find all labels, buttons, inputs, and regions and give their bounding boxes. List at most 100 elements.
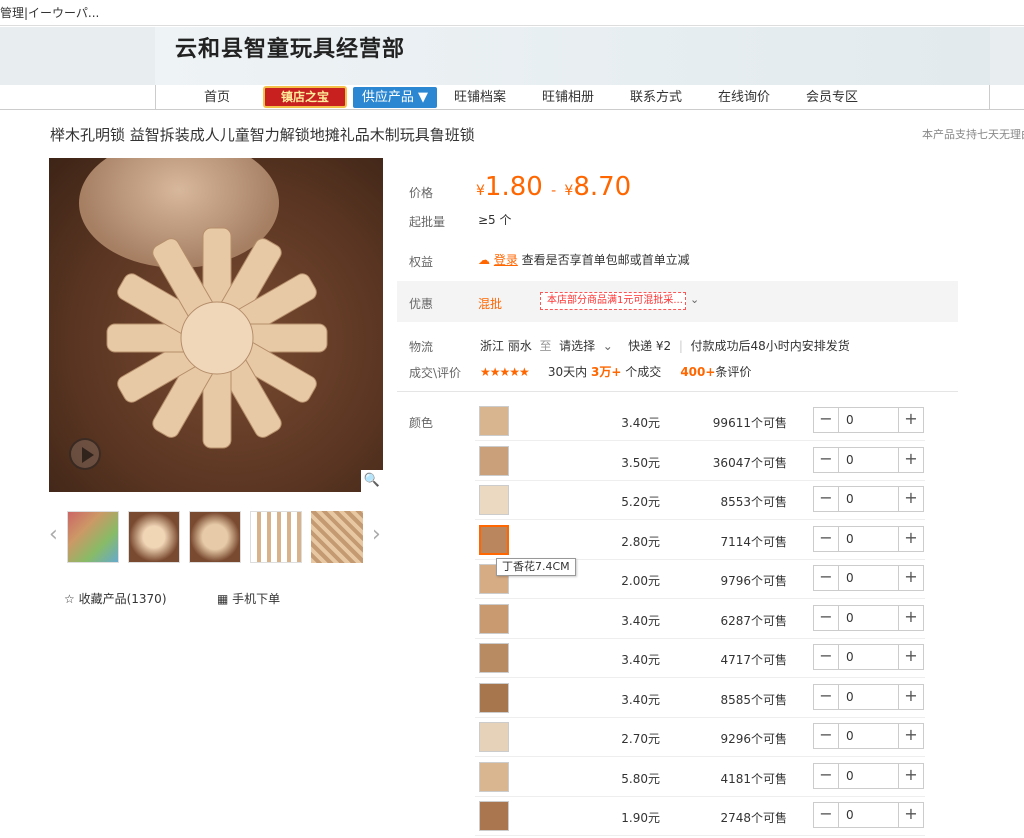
thumbnail-5[interactable] <box>311 511 363 563</box>
sku-thumbnail[interactable] <box>479 761 509 792</box>
sku-stock: 9296个可售 <box>695 730 787 747</box>
plus-icon[interactable]: + <box>899 526 923 551</box>
sku-thumbnail[interactable] <box>479 801 509 831</box>
minus-icon[interactable]: − <box>814 684 838 709</box>
sku-price: 1.90元 <box>621 811 660 825</box>
main-product-image[interactable]: 🔍 <box>49 158 383 492</box>
zoom-icon[interactable]: 🔍 <box>361 470 383 492</box>
sku-price: 5.80元 <box>621 771 660 786</box>
quantity-input[interactable]: 0 <box>838 763 899 788</box>
plus-icon[interactable]: + <box>899 724 923 748</box>
quantity-stepper: −0 + <box>813 565 924 591</box>
promo-tag[interactable]: 本店部分商品满1元可混批采... <box>540 292 686 310</box>
thumbs-prev-button[interactable]: ‹ <box>49 522 58 547</box>
plus-icon[interactable]: + <box>899 566 923 590</box>
minus-icon[interactable]: − <box>814 645 838 669</box>
minus-icon[interactable]: − <box>814 763 838 788</box>
minus-icon[interactable]: − <box>814 408 838 432</box>
thumbnail-2[interactable] <box>128 511 180 563</box>
sku-stock-count: 4717 <box>720 653 751 667</box>
plus-icon[interactable]: + <box>899 605 923 630</box>
star-outline-icon: ☆ <box>64 592 75 606</box>
quantity-input[interactable]: 0 <box>838 487 899 511</box>
nav-album[interactable]: 旺铺相册 <box>542 85 594 110</box>
divider <box>397 391 958 392</box>
sku-stock-unit: 个可售 <box>750 653 787 667</box>
plus-icon[interactable]: + <box>899 803 923 827</box>
minus-icon[interactable]: − <box>814 566 838 590</box>
banner-inner: 云和县智童玩具经营部 <box>155 27 990 85</box>
quantity-input[interactable]: 0 <box>838 803 899 827</box>
nav-inner: 首页 镇店之宝 供应产品 ▼ 旺铺档案 旺铺相册 联系方式 在线询价 会员专区 <box>155 85 990 110</box>
mobile-order-button[interactable]: ▦ 手机下单 <box>217 590 280 607</box>
destination-select[interactable]: 请选择 <box>559 339 595 353</box>
minus-icon[interactable]: − <box>814 605 838 630</box>
minus-icon[interactable]: − <box>814 724 838 748</box>
quantity-stepper: −0 + <box>813 407 924 433</box>
sku-thumbnail[interactable] <box>479 682 509 713</box>
sku-tooltip: 丁香花7.4CM <box>496 558 576 576</box>
plus-icon[interactable]: + <box>899 763 923 788</box>
reviews-count[interactable]: 400+ <box>680 365 715 379</box>
quantity-input[interactable]: 0 <box>838 684 899 709</box>
nav-contact[interactable]: 联系方式 <box>630 85 682 110</box>
minus-icon[interactable]: − <box>814 487 838 511</box>
quantity-input[interactable]: 0 <box>838 566 899 590</box>
sku-stock-unit: 个可售 <box>750 811 787 825</box>
sku-thumbnail[interactable] <box>479 445 509 476</box>
sku-stock-count: 8585 <box>720 692 751 707</box>
thumbnail-4[interactable] <box>250 511 302 563</box>
quantity-input[interactable]: 0 <box>838 526 899 551</box>
sku-thumbnail[interactable] <box>479 524 509 555</box>
sku-stock-count: 4181 <box>720 771 751 786</box>
thumbnail-3[interactable] <box>189 511 241 563</box>
plus-icon[interactable]: + <box>899 645 923 669</box>
quantity-input[interactable]: 0 <box>838 645 899 669</box>
play-video-button[interactable] <box>69 438 101 470</box>
quantity-stepper: −0 + <box>813 604 924 631</box>
sku-thumbnail[interactable] <box>479 485 509 515</box>
thumbnail-1[interactable] <box>67 511 119 563</box>
sku-price: 3.40元 <box>621 613 660 628</box>
sku-row: 1.90元 2748个可售 −0 + <box>475 796 925 836</box>
sku-thumbnail[interactable] <box>479 643 509 673</box>
sku-thumbnail[interactable] <box>479 406 509 436</box>
sku-stock-count: 7114 <box>720 534 751 549</box>
plus-icon[interactable]: + <box>899 684 923 709</box>
nav-inquiry[interactable]: 在线询价 <box>718 85 770 110</box>
nav-supply-products[interactable]: 供应产品 ▼ <box>353 87 437 108</box>
minus-icon[interactable]: − <box>814 526 838 551</box>
quantity-input[interactable]: 0 <box>838 408 899 432</box>
nav-treasure[interactable]: 镇店之宝 <box>263 86 347 108</box>
nav-archive[interactable]: 旺铺档案 <box>454 85 506 110</box>
min-qty-value: ≥5 个 <box>478 213 512 227</box>
days-text: 30天内 <box>547 365 588 379</box>
sku-stock: 36047个可售 <box>695 454 787 471</box>
plus-icon[interactable]: + <box>899 408 923 432</box>
login-link[interactable]: 登录 <box>494 253 518 267</box>
quantity-input[interactable]: 0 <box>838 605 899 630</box>
nav-home[interactable]: 首页 <box>204 85 230 110</box>
quantity-input[interactable]: 0 <box>838 724 899 748</box>
nav-member[interactable]: 会员专区 <box>806 85 858 110</box>
sku-stock-count: 2748 <box>720 811 751 825</box>
tab-title: 管理|イーウーパ... <box>0 6 100 20</box>
minus-icon[interactable]: − <box>814 447 838 472</box>
sku-thumbnail[interactable] <box>479 722 509 752</box>
sku-stock-unit: 个可售 <box>750 416 787 430</box>
support-note: 本产品支持七天无理由 <box>922 128 1024 141</box>
sku-price: 3.40元 <box>621 416 660 430</box>
chevron-down-icon[interactable]: ⌄ <box>599 339 624 353</box>
minus-icon[interactable]: − <box>814 803 838 827</box>
chevron-down-icon[interactable]: ⌄ <box>690 293 699 306</box>
browser-tab[interactable]: 管理|イーウーパ... <box>0 0 1024 26</box>
sku-thumbnail[interactable] <box>479 603 509 634</box>
plus-icon[interactable]: + <box>899 447 923 472</box>
thumbs-next-button[interactable]: › <box>372 522 381 547</box>
plus-icon[interactable]: + <box>899 487 923 511</box>
sku-stock-count: 36047 <box>712 455 751 470</box>
benefit-text: 查看是否享首单包邮或首单立减 <box>521 253 690 267</box>
quantity-input[interactable]: 0 <box>838 447 899 472</box>
collect-button[interactable]: ☆ 收藏产品(1370) <box>64 590 167 607</box>
sku-stock-count: 99611 <box>712 416 751 430</box>
